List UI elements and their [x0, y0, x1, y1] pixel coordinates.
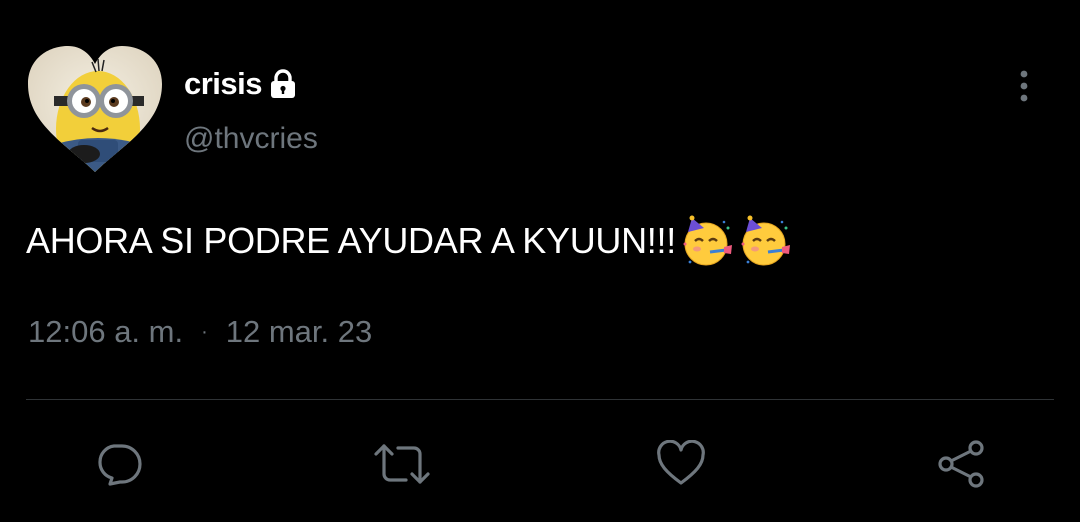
- author[interactable]: crisis @thvcries: [184, 64, 318, 156]
- minion-heart-avatar-icon: [28, 46, 162, 172]
- avatar[interactable]: [26, 44, 164, 174]
- handle[interactable]: @thvcries: [184, 122, 318, 156]
- like-button[interactable]: [656, 440, 706, 488]
- partying-face-emoji-icon: [738, 214, 792, 268]
- tweet-body: AHORA SI PODRE AYUDAR A KYUUN!!!: [26, 214, 792, 268]
- tweet-time[interactable]: 12:06 a. m.: [28, 314, 183, 350]
- share-icon: [938, 440, 984, 488]
- more-vertical-icon: [1020, 70, 1028, 102]
- retweet-button[interactable]: [372, 440, 432, 488]
- more-button[interactable]: [1008, 68, 1040, 106]
- tweet: crisis @thvcries AHORA SI PODRE AYUDAR A…: [0, 0, 1080, 522]
- reply-icon: [98, 444, 142, 486]
- heart-icon: [657, 440, 705, 485]
- meta-separator: ·: [201, 320, 208, 343]
- tweet-text: AHORA SI PODRE AYUDAR A KYUUN!!!: [26, 220, 676, 261]
- lock-icon: [270, 69, 296, 99]
- share-button[interactable]: [936, 440, 988, 488]
- tweet-date[interactable]: 12 mar. 23: [226, 314, 372, 350]
- name-row: crisis: [184, 64, 318, 104]
- display-name[interactable]: crisis: [184, 66, 263, 102]
- reply-button[interactable]: [94, 440, 142, 488]
- divider: [26, 399, 1054, 400]
- partying-face-emoji-icon: [680, 214, 734, 268]
- retweet-icon: [374, 444, 430, 484]
- tweet-meta: 12:06 a. m. · 12 mar. 23: [28, 314, 372, 350]
